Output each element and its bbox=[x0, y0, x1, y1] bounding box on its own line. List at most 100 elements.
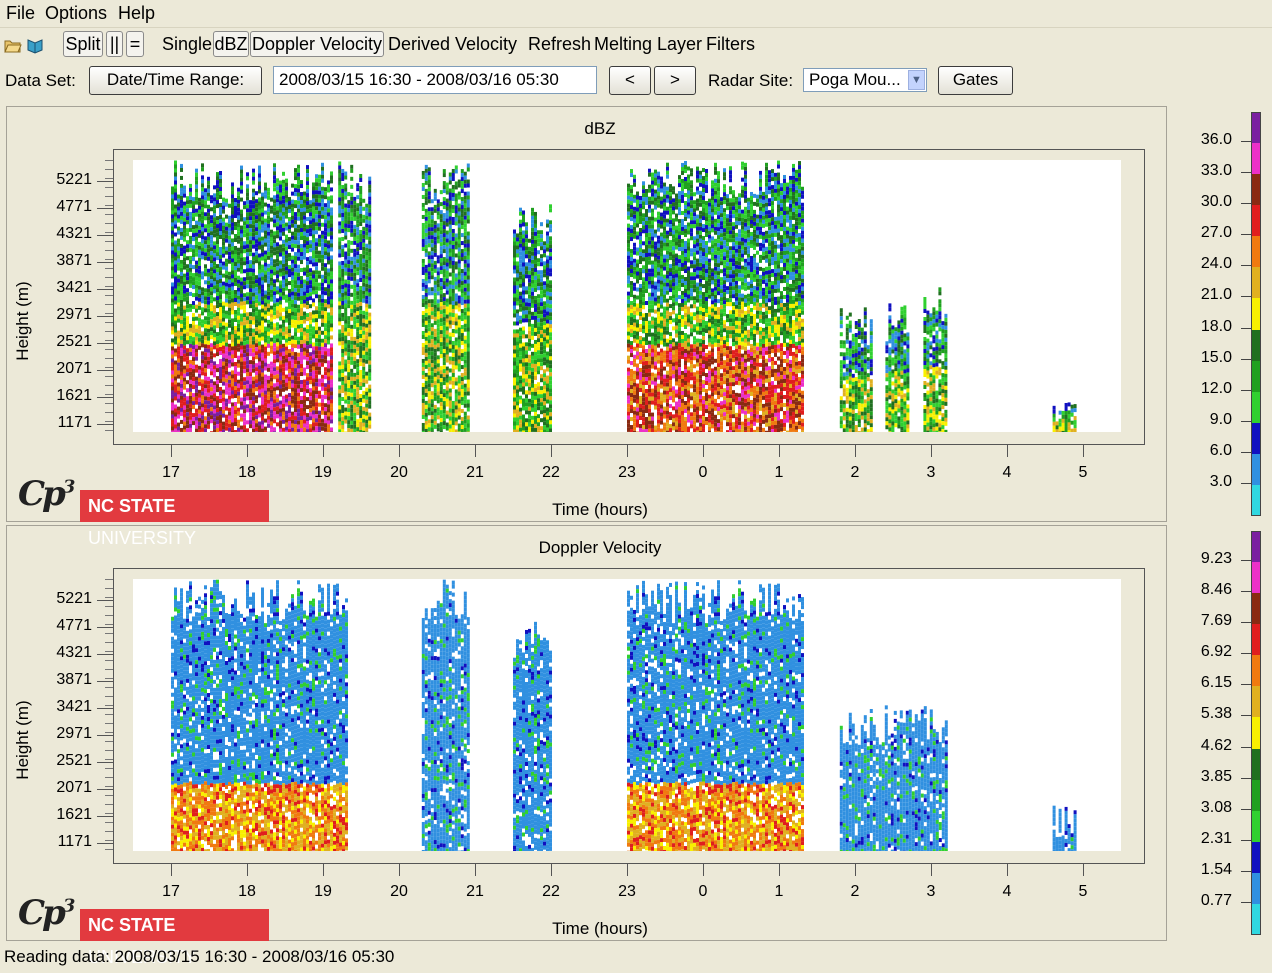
x-tick-mark bbox=[247, 445, 248, 457]
y-minor-tick bbox=[105, 732, 113, 733]
y-minor-tick bbox=[105, 385, 113, 386]
x-tick-label: 17 bbox=[156, 464, 186, 482]
colorbar-tick bbox=[1241, 622, 1251, 623]
colorbar-label: 33.0 bbox=[1190, 162, 1232, 180]
y-minor-tick bbox=[105, 786, 113, 787]
heatmap-plot bbox=[133, 579, 1121, 851]
radar-site-select[interactable]: Poga Mou... ▼ bbox=[803, 68, 927, 92]
y-minor-tick bbox=[105, 349, 113, 350]
y-tick-mark bbox=[97, 681, 113, 682]
x-tick-label: 1 bbox=[764, 883, 794, 901]
parallel-layout-button[interactable]: || bbox=[106, 31, 123, 57]
cp3-logo: Cp3 bbox=[18, 474, 72, 514]
dbz-button[interactable]: dBZ bbox=[213, 31, 249, 57]
split-button[interactable]: Split bbox=[63, 31, 103, 57]
x-tick-mark bbox=[247, 864, 248, 876]
colorbar-tick bbox=[1241, 483, 1251, 484]
y-minor-tick bbox=[105, 394, 113, 395]
refresh-button[interactable]: Refresh bbox=[528, 34, 591, 55]
y-tick-label: 1621 bbox=[32, 806, 92, 824]
open-book-icon[interactable] bbox=[26, 36, 44, 54]
next-button[interactable]: > bbox=[654, 66, 696, 95]
x-tick-label: 22 bbox=[536, 883, 566, 901]
y-minor-tick bbox=[105, 268, 113, 269]
y-tick-label: 1621 bbox=[32, 387, 92, 405]
y-axis-label: Height (m) bbox=[13, 276, 33, 366]
y-tick-label: 2521 bbox=[32, 333, 92, 351]
y-tick-mark bbox=[97, 235, 113, 236]
y-minor-tick bbox=[105, 241, 113, 242]
y-minor-tick bbox=[105, 277, 113, 278]
x-tick-mark bbox=[1083, 445, 1084, 457]
y-tick-mark bbox=[97, 735, 113, 736]
gates-button[interactable]: Gates bbox=[938, 66, 1013, 95]
y-minor-tick bbox=[105, 160, 113, 161]
equal-layout-button[interactable]: = bbox=[126, 31, 144, 57]
melting-layer-button[interactable]: Melting Layer bbox=[594, 34, 702, 55]
y-minor-tick bbox=[105, 624, 113, 625]
x-tick-label: 21 bbox=[460, 883, 490, 901]
derived-velocity-button[interactable]: Derived Velocity bbox=[388, 34, 517, 55]
x-tick-label: 4 bbox=[992, 464, 1022, 482]
y-minor-tick bbox=[105, 813, 113, 814]
ncsu-logo: NC STATE UNIVERSITY bbox=[80, 909, 269, 941]
y-tick-mark bbox=[97, 708, 113, 709]
y-minor-tick bbox=[105, 714, 113, 715]
colorbar-tick bbox=[1241, 141, 1251, 142]
status-bar: Reading data: 2008/03/15 16:30 - 2008/03… bbox=[4, 947, 394, 967]
colorbar-label: 15.0 bbox=[1190, 349, 1232, 367]
colorbar-label: 21.0 bbox=[1190, 286, 1232, 304]
colorbar-tick bbox=[1241, 452, 1251, 453]
colorbar-label: 6.92 bbox=[1190, 643, 1232, 661]
x-tick-mark bbox=[703, 445, 704, 457]
y-tick-mark bbox=[97, 262, 113, 263]
x-tick-label: 2 bbox=[840, 464, 870, 482]
y-minor-tick bbox=[105, 178, 113, 179]
y-tick-label: 3871 bbox=[32, 671, 92, 689]
y-minor-tick bbox=[105, 250, 113, 251]
y-minor-tick bbox=[105, 777, 113, 778]
radar-site-label: Radar Site: bbox=[708, 71, 793, 91]
doppler-velocity-button[interactable]: Doppler Velocity bbox=[250, 31, 384, 57]
y-minor-tick bbox=[105, 606, 113, 607]
x-tick-label: 1 bbox=[764, 464, 794, 482]
x-tick-mark bbox=[779, 864, 780, 876]
y-tick-label: 2971 bbox=[32, 306, 92, 324]
y-minor-tick bbox=[105, 286, 113, 287]
y-tick-mark bbox=[97, 816, 113, 817]
y-tick-mark bbox=[97, 762, 113, 763]
open-folder-icon[interactable] bbox=[4, 36, 22, 54]
y-tick-mark bbox=[97, 208, 113, 209]
cp3-logo-superscript: 3 bbox=[63, 477, 73, 498]
y-minor-tick bbox=[105, 304, 113, 305]
y-tick-mark bbox=[97, 289, 113, 290]
previous-button[interactable]: < bbox=[609, 66, 651, 95]
filters-button[interactable]: Filters bbox=[706, 34, 755, 55]
colorbar-label: 2.31 bbox=[1190, 830, 1232, 848]
menu-help[interactable]: Help bbox=[118, 3, 155, 24]
x-tick-label: 22 bbox=[536, 464, 566, 482]
y-minor-tick bbox=[105, 412, 113, 413]
y-tick-label: 3421 bbox=[32, 698, 92, 716]
colorbar-label: 9.0 bbox=[1190, 411, 1232, 429]
x-tick-label: 23 bbox=[612, 883, 642, 901]
y-tick-mark bbox=[97, 424, 113, 425]
y-minor-tick bbox=[105, 705, 113, 706]
menu-options[interactable]: Options bbox=[45, 3, 107, 24]
y-minor-tick bbox=[105, 678, 113, 679]
x-tick-mark bbox=[931, 445, 932, 457]
single-button[interactable]: Single bbox=[162, 34, 212, 55]
date-range-field[interactable]: 2008/03/15 16:30 - 2008/03/16 05:30 bbox=[273, 66, 597, 94]
menu-file[interactable]: File bbox=[6, 3, 35, 24]
x-axis-label: Time (hours) bbox=[500, 919, 700, 939]
x-tick-label: 19 bbox=[308, 464, 338, 482]
colorbar bbox=[1251, 112, 1261, 516]
x-tick-label: 4 bbox=[992, 883, 1022, 901]
x-tick-mark bbox=[399, 445, 400, 457]
y-tick-label: 5221 bbox=[32, 590, 92, 608]
y-tick-label: 4321 bbox=[32, 225, 92, 243]
colorbar-tick bbox=[1241, 684, 1251, 685]
chevron-down-icon[interactable]: ▼ bbox=[908, 70, 925, 90]
echo-region-6 bbox=[885, 303, 909, 432]
date-time-range-button[interactable]: Date/Time Range: bbox=[89, 66, 262, 95]
